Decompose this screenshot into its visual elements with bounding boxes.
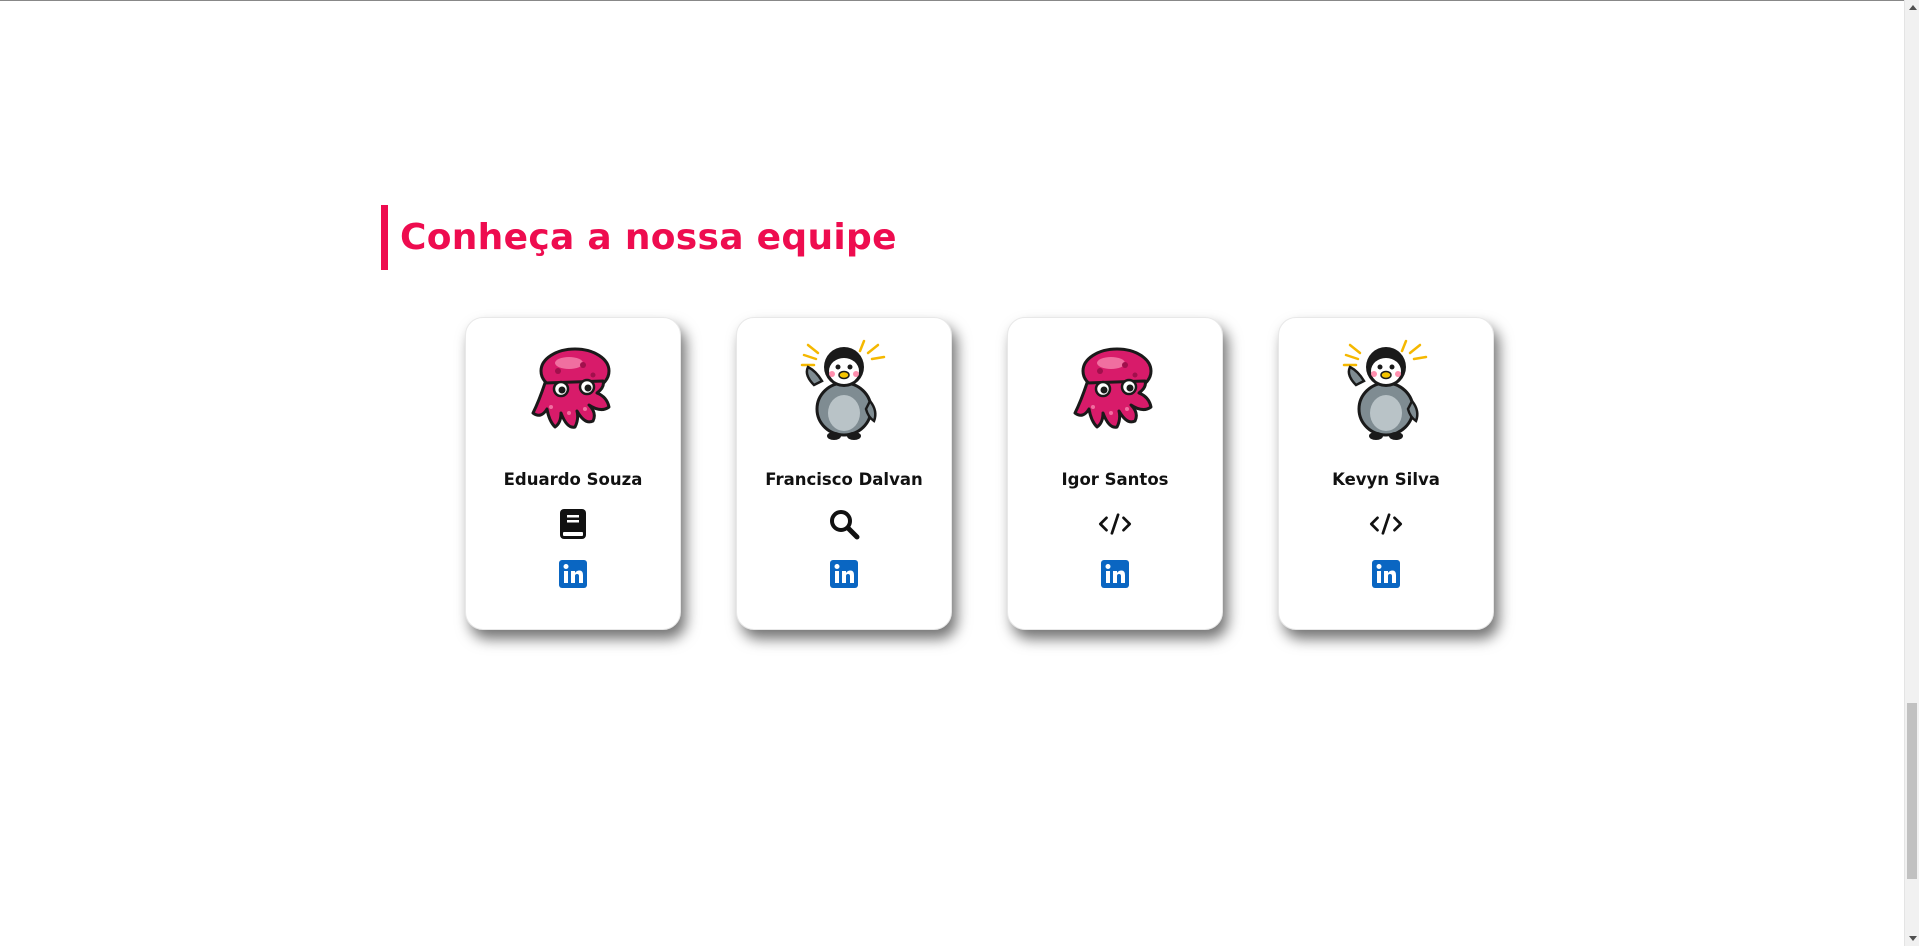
- linkedin-icon: [1372, 560, 1400, 588]
- search-icon: [827, 507, 861, 541]
- team-card: Francisco Dalvan: [736, 317, 952, 630]
- section-heading: Conheça a nossa equipe: [400, 217, 897, 258]
- member-name: Igor Santos: [1061, 470, 1169, 489]
- linkedin-icon: [559, 560, 587, 588]
- team-card: Kevyn Silva: [1278, 317, 1494, 630]
- team-cards: Eduardo Souza Francisco Dalvan Igor Sant…: [465, 317, 1494, 630]
- page-content: Conheça a nossa equipe Eduardo Souza Fra…: [0, 0, 1904, 946]
- book-icon: [556, 507, 590, 541]
- linkedin-icon: [1101, 560, 1129, 588]
- member-name: Francisco Dalvan: [765, 470, 923, 489]
- linkedin-link[interactable]: [1372, 560, 1400, 588]
- code-icon: [1098, 507, 1132, 541]
- vertical-scrollbar[interactable]: [1904, 0, 1919, 946]
- linkedin-link[interactable]: [559, 560, 587, 588]
- section-title: Conheça a nossa equipe: [381, 205, 897, 270]
- scrollbar-thumb[interactable]: [1907, 703, 1917, 879]
- octopus-icon: [1060, 336, 1170, 446]
- penguin-icon: [1331, 336, 1441, 446]
- member-name: Kevyn Silva: [1332, 470, 1440, 489]
- linkedin-icon: [830, 560, 858, 588]
- penguin-icon: [789, 336, 899, 446]
- team-card: Eduardo Souza: [465, 317, 681, 630]
- linkedin-link[interactable]: [1101, 560, 1129, 588]
- member-name: Eduardo Souza: [503, 470, 643, 489]
- code-icon: [1369, 507, 1403, 541]
- scroll-down-icon[interactable]: [1905, 931, 1919, 946]
- scroll-up-icon[interactable]: [1905, 0, 1919, 15]
- team-card: Igor Santos: [1007, 317, 1223, 630]
- linkedin-link[interactable]: [830, 560, 858, 588]
- octopus-icon: [518, 336, 628, 446]
